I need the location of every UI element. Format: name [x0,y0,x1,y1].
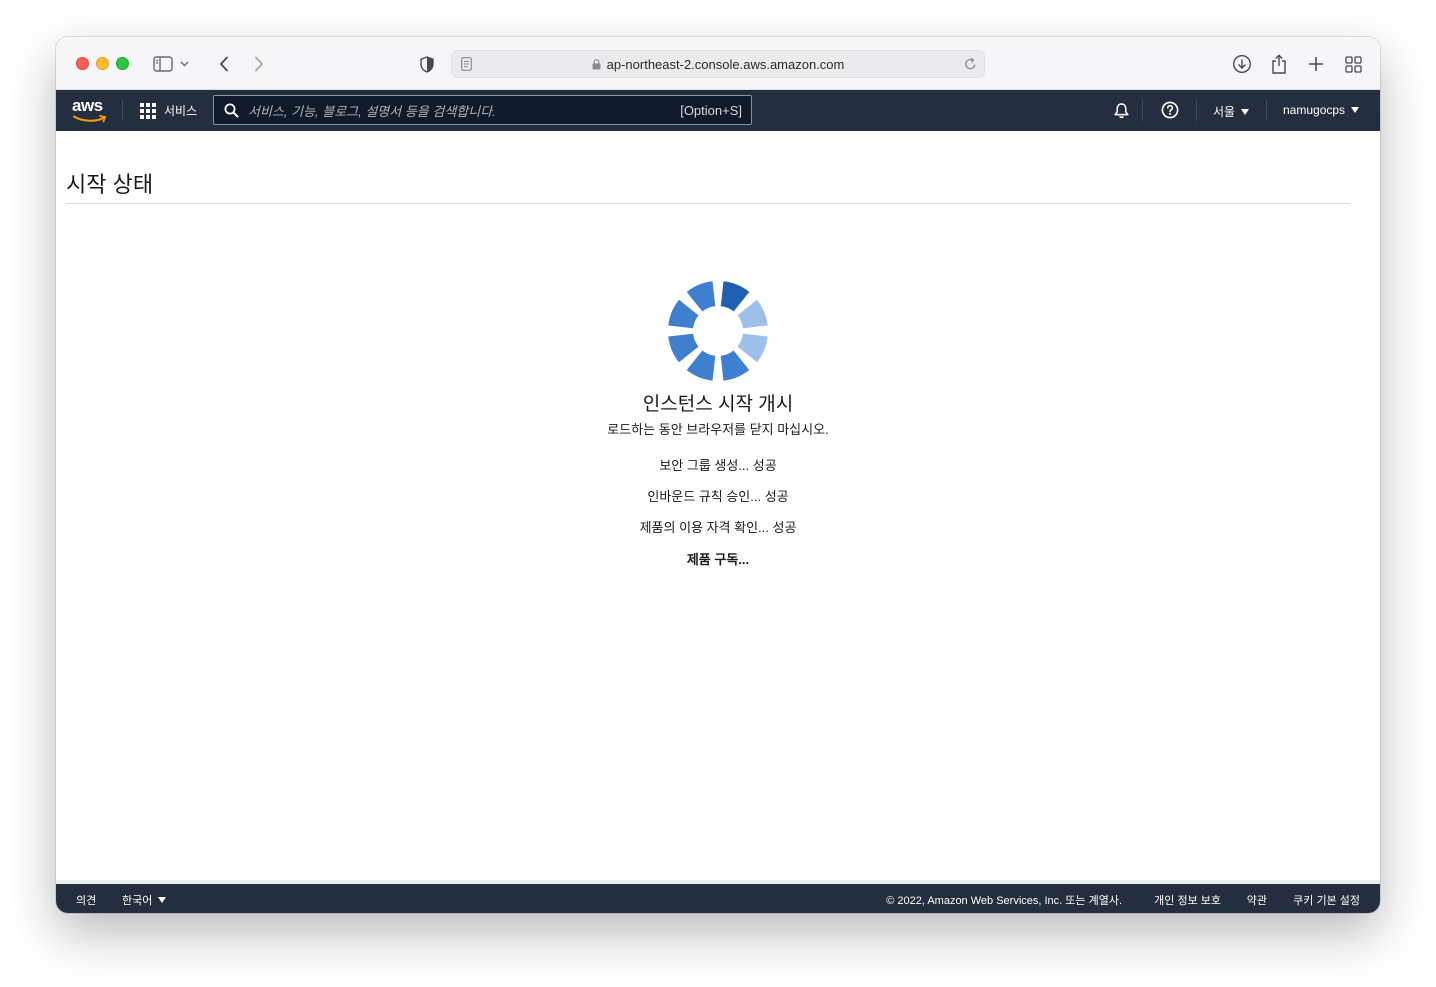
address-bar[interactable]: ap-northeast-2.console.aws.amazon.com [451,50,985,78]
caret-down-icon [1241,108,1250,115]
shield-icon[interactable] [414,51,440,77]
spinner-segment [737,299,768,329]
spinner-segment [720,350,750,381]
privacy-link[interactable]: 개인 정보 보호 [1154,892,1221,908]
new-tab-icon[interactable] [1303,51,1329,77]
launch-step: 보안 그룹 생성... 성공 [659,458,777,473]
search-icon [224,103,239,118]
main-content: 시작 상태 인스턴스 시작 개시 로드하는 동안 브라우저를 닫지 마십시오. … [56,131,1380,881]
minimize-window-button[interactable] [96,57,109,70]
spinner-segment [720,281,750,312]
language-label: 한국어 [122,895,153,907]
services-menu-button[interactable]: 서비스 [140,102,197,119]
chevron-down-icon[interactable] [177,51,191,77]
aws-logo-text: aws [72,96,103,115]
spinner-segment [686,281,716,312]
grid-icon [140,102,156,119]
launch-step: 인바운드 규칙 승인... 성공 [647,489,789,504]
caret-down-icon [158,897,167,903]
launch-step: 제품의 이용 자격 확인... 성공 [639,520,797,535]
download-icon[interactable] [1229,51,1255,77]
lock-icon [592,58,601,73]
search-box[interactable]: [Option+S] [213,95,752,125]
nav-divider [1196,100,1197,121]
share-icon[interactable] [1266,51,1292,77]
region-label: 서울 [1213,105,1236,119]
launch-step-current: 제품 구독... [686,552,750,567]
loading-spinner-icon [668,281,768,381]
url-text: ap-northeast-2.console.aws.amazon.com [606,57,845,72]
spinner-segment [668,333,699,363]
feedback-link[interactable]: 의견 [76,892,96,908]
services-label: 서비스 [164,104,198,118]
region-selector[interactable]: 서울 [1213,103,1250,120]
close-window-button[interactable] [76,57,89,70]
tab-overview-icon[interactable] [1340,51,1366,77]
caret-down-icon [1351,107,1360,113]
zoom-window-button[interactable] [116,57,129,70]
launch-title: 인스턴스 시작 개시 [642,394,794,415]
account-name: namugocps [1283,103,1346,117]
search-shortcut-hint: [Option+S] [680,103,742,118]
sidebar-icon[interactable] [150,51,176,77]
copyright-text: © 2022, Amazon Web Services, Inc. 또는 계열사… [886,895,1122,907]
spinner-segment [737,333,768,363]
page-title: 시작 상태 [66,172,154,197]
help-icon[interactable] [1160,100,1180,120]
aws-logo[interactable]: aws [72,96,108,124]
aws-top-nav: aws 서비스 [Option+S] 서울 namugocps [56,90,1380,131]
bell-icon[interactable] [1111,100,1131,120]
nav-divider [1266,100,1267,121]
terms-link[interactable]: 약관 [1247,892,1267,908]
search-input[interactable] [248,102,648,120]
back-icon[interactable] [211,51,237,77]
reload-icon[interactable] [964,57,977,76]
aws-smile-icon [73,115,107,123]
forward-icon[interactable] [246,51,272,77]
account-menu[interactable]: namugocps [1283,103,1360,117]
browser-window: ap-northeast-2.console.aws.amazon.com aw… [56,37,1380,913]
nav-divider [122,100,123,121]
launch-subtitle: 로드하는 동안 브라우저를 닫지 마십시오. [607,422,829,437]
nav-divider [1142,100,1143,121]
title-divider [66,203,1350,204]
language-selector[interactable]: 한국어 [122,892,167,908]
spinner-segment [668,299,699,329]
spinner-segment [686,350,716,381]
browser-toolbar: ap-northeast-2.console.aws.amazon.com [56,37,1380,90]
cookie-preferences-link[interactable]: 쿠키 기본 설정 [1293,892,1360,908]
console-footer: 의견 한국어 © 2022, Amazon Web Services, Inc.… [56,884,1380,913]
